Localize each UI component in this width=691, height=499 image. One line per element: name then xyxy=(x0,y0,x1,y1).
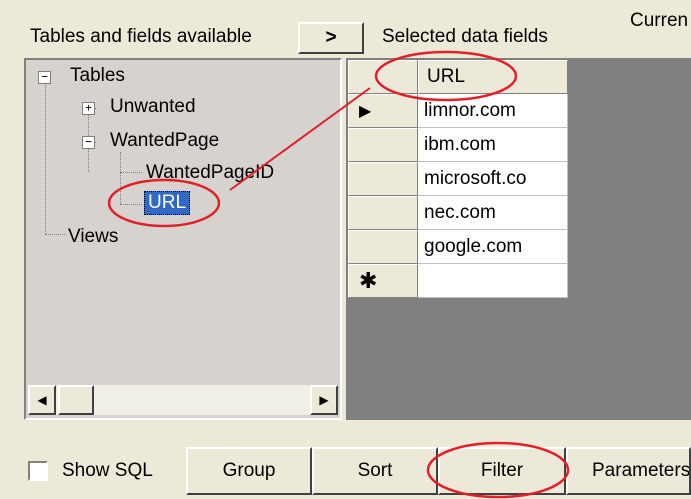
tree-line xyxy=(120,172,142,173)
tree-horizontal-scrollbar[interactable]: ◀ ▶ xyxy=(28,385,338,415)
row-header[interactable] xyxy=(348,230,418,264)
tree-line xyxy=(120,152,121,204)
collapse-tables-icon[interactable]: − xyxy=(38,71,51,84)
show-sql-label: Show SQL xyxy=(62,460,153,481)
new-row-indicator[interactable]: ✱ xyxy=(348,264,418,298)
row-header[interactable] xyxy=(348,128,418,162)
sort-button[interactable]: Sort xyxy=(312,447,438,495)
scroll-thumb[interactable] xyxy=(58,385,94,415)
left-arrow-icon: ◀ xyxy=(37,393,47,407)
grid-cell[interactable]: nec.com xyxy=(418,196,568,230)
tree-node-wantedpage[interactable]: WantedPage xyxy=(110,130,219,152)
add-field-button[interactable]: > xyxy=(298,22,364,54)
grid-cell[interactable]: microsoft.co xyxy=(418,162,568,196)
grid-corner-header xyxy=(348,60,418,94)
expand-unwanted-icon[interactable]: + xyxy=(82,102,95,115)
scroll-left-button[interactable]: ◀ xyxy=(28,385,56,415)
current-label: Curren xyxy=(630,10,689,31)
filter-button[interactable]: Filter xyxy=(438,447,566,495)
grid-cell[interactable]: ibm.com xyxy=(418,128,568,162)
tree-node-tables[interactable]: Tables xyxy=(70,65,125,87)
right-arrow-icon: ▶ xyxy=(319,393,329,407)
parameters-button[interactable]: Parameters xyxy=(566,447,691,495)
grid-column-header-url[interactable]: URL xyxy=(418,60,568,94)
window-top-strip xyxy=(0,0,691,10)
grid-cell[interactable]: limnor.com xyxy=(418,94,568,128)
tables-tree[interactable]: − Tables + Unwanted − WantedPage WantedP… xyxy=(24,58,342,420)
tree-node-views[interactable]: Views xyxy=(68,226,118,248)
new-row-cell[interactable] xyxy=(418,264,568,298)
row-header[interactable] xyxy=(348,196,418,230)
group-button[interactable]: Group xyxy=(186,447,312,495)
show-sql-checkbox[interactable] xyxy=(28,461,48,481)
tree-node-wantedpageid[interactable]: WantedPageID xyxy=(146,162,274,184)
tree-line xyxy=(45,234,65,235)
available-fields-label: Tables and fields available xyxy=(30,26,252,47)
collapse-wantedpage-icon[interactable]: − xyxy=(82,136,95,149)
tree-line xyxy=(120,204,142,205)
tree-line xyxy=(45,82,46,234)
selected-fields-label: Selected data fields xyxy=(382,26,548,47)
row-header[interactable] xyxy=(348,162,418,196)
tree-node-url-selected[interactable]: URL xyxy=(144,191,191,215)
grid-cell[interactable]: google.com xyxy=(418,230,568,264)
current-row-indicator[interactable]: ▶ xyxy=(348,94,418,128)
tree-node-unwanted[interactable]: Unwanted xyxy=(110,96,196,118)
scroll-right-button[interactable]: ▶ xyxy=(310,385,338,415)
